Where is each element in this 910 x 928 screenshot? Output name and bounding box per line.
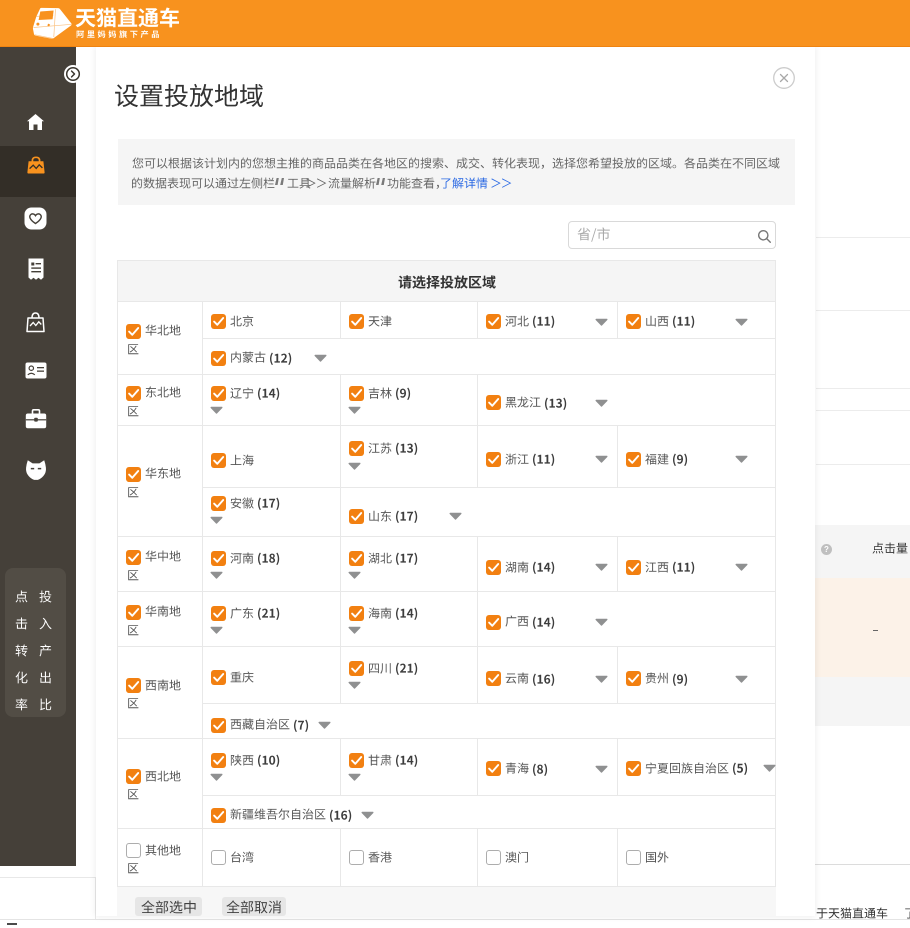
svg-text:?: ? [824,545,829,554]
